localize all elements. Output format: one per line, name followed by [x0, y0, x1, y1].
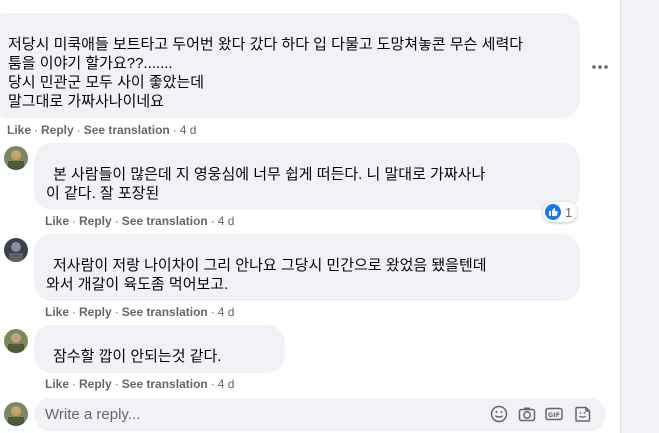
svg-text:GIF: GIF	[548, 411, 560, 419]
right-panel	[621, 0, 659, 433]
comment-actions: Like · Reply · See translation · 4 d	[7, 123, 197, 137]
like-button[interactable]: Like	[45, 305, 69, 319]
reply-button[interactable]: Reply	[79, 305, 112, 319]
see-translation-link[interactable]: See translation	[122, 214, 208, 228]
comment-author[interactable]	[46, 333, 273, 347]
timestamp[interactable]: 4 d	[180, 123, 197, 137]
emoji-icon[interactable]	[490, 405, 508, 423]
reply-placeholder: Write a reply...	[45, 406, 141, 423]
camera-icon[interactable]	[518, 405, 536, 423]
comment-text: 본 사람들이 많은데 지 영웅심에 너무 쉽게 떠든다. 니 말대로 가짜사나 …	[46, 166, 486, 202]
reply-button[interactable]: Reply	[79, 377, 112, 391]
more-options-icon[interactable]	[590, 58, 610, 78]
comment-actions: Like · Reply · See translation · 4 d	[45, 377, 235, 391]
like-button[interactable]: Like	[7, 123, 31, 137]
like-button[interactable]: Like	[45, 377, 69, 391]
see-translation-link[interactable]: See translation	[122, 377, 208, 391]
avatar[interactable]	[4, 238, 28, 262]
reply-button[interactable]: Reply	[41, 123, 74, 137]
comment-author[interactable]	[46, 242, 568, 256]
comment-text: 저사람이 저랑 나이차이 그리 안나요 그당시 민간으로 왔었음 됐을텐데 와서…	[46, 257, 487, 293]
comment-author[interactable]	[8, 21, 568, 35]
avatar[interactable]	[4, 329, 28, 353]
comment-actions: Like · Reply · See translation · 4 d	[45, 214, 235, 228]
gif-icon[interactable]: GIF	[545, 405, 563, 423]
like-button[interactable]: Like	[45, 214, 69, 228]
reply-input[interactable]: Write a reply... GIF	[34, 398, 606, 431]
comment-text: 저당시 미쿡애들 보트타고 두어번 왔다 갔다 하다 입 다물고 도망쳐놓콘 무…	[8, 36, 524, 110]
see-translation-link[interactable]: See translation	[122, 305, 208, 319]
see-translation-link[interactable]: See translation	[84, 123, 170, 137]
comment-text: 잠수할 깝이 안되는것 같다.	[53, 348, 222, 365]
comment-bubble: 저사람이 저랑 나이차이 그리 안나요 그당시 민간으로 왔었음 됐을텐데 와서…	[34, 234, 580, 301]
avatar[interactable]	[4, 146, 28, 170]
reply-button[interactable]: Reply	[79, 214, 112, 228]
like-reaction-icon	[545, 204, 561, 220]
timestamp[interactable]: 4 d	[218, 377, 235, 391]
comment-bubble: 잠수할 깝이 안되는것 같다.	[34, 325, 285, 373]
reaction-count: 1	[565, 204, 573, 220]
sticker-icon[interactable]	[574, 405, 592, 423]
comment-author[interactable]	[46, 151, 568, 165]
timestamp[interactable]: 4 d	[218, 305, 235, 319]
comment-bubble: 본 사람들이 많은데 지 영웅심에 너무 쉽게 떠든다. 니 말대로 가짜사나 …	[34, 143, 580, 210]
comment-bubble: 저당시 미쿡애들 보트타고 두어번 왔다 갔다 하다 입 다물고 도망쳐놓콘 무…	[0, 13, 580, 118]
reaction-count-badge[interactable]: 1	[543, 202, 578, 222]
timestamp[interactable]: 4 d	[218, 214, 235, 228]
current-user-avatar[interactable]	[4, 402, 28, 426]
comment-actions: Like · Reply · See translation · 4 d	[45, 305, 235, 319]
